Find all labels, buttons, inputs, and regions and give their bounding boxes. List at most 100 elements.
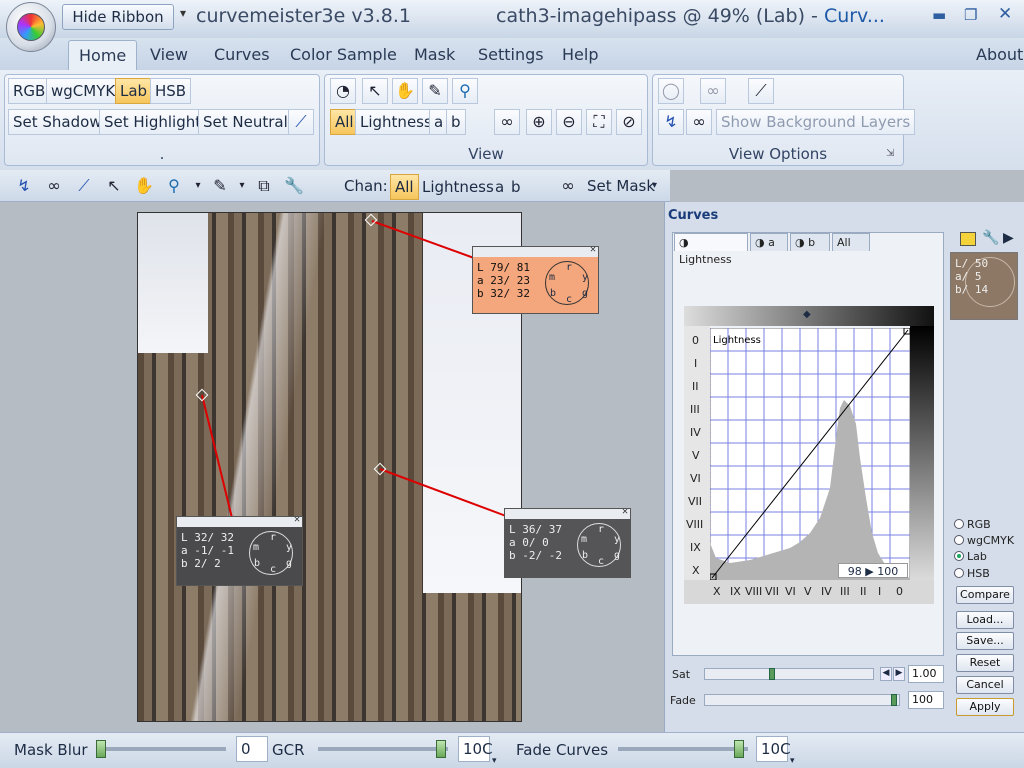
sampler-pin-icon[interactable]: ↯ <box>12 174 36 198</box>
zoom-actual-icon[interactable]: ⊘ <box>616 109 642 135</box>
fade-curves-value-input[interactable]: 10C <box>756 736 791 762</box>
arrow-pointer-icon[interactable]: ↖ <box>102 174 126 198</box>
mask-view-icon[interactable]: ∞ <box>700 78 726 104</box>
play-icon[interactable]: ▶ <box>1003 230 1014 246</box>
mode-rgb-button[interactable]: RGB <box>8 78 51 104</box>
copy-icon[interactable]: ⧉ <box>252 174 276 198</box>
eyedropper-icon[interactable]: ✎ <box>208 174 232 198</box>
tab-curves[interactable]: Curves <box>204 40 280 70</box>
set-neutral-button[interactable]: Set Neutral <box>198 109 293 135</box>
tab-settings[interactable]: Settings <box>468 40 554 70</box>
mode-lab-button[interactable]: Lab <box>115 78 153 104</box>
cancel-button[interactable]: Cancel <box>956 676 1014 694</box>
color-sampler-1[interactable]: ✕ L 79/ 81 a 23/ 23 b 32/ 32 m r y g c b <box>472 244 599 314</box>
hand-pan-icon[interactable]: ✋ <box>392 78 418 104</box>
zoom-in-icon[interactable]: ⊕ <box>526 109 552 135</box>
close-icon[interactable]: ✕ <box>998 4 1012 24</box>
close-icon[interactable]: ✕ <box>294 514 300 525</box>
tab-home[interactable]: Home <box>68 40 138 70</box>
close-icon[interactable]: ✕ <box>590 244 596 255</box>
curve-tab-a[interactable]: ◑ a <box>750 233 788 251</box>
tab-view[interactable]: View <box>140 40 198 70</box>
show-background-layers-button[interactable]: Show Background Layers <box>716 109 916 135</box>
neutral-eyedropper-icon[interactable]: ⟋ <box>72 174 96 198</box>
apply-button[interactable]: Apply <box>956 698 1014 716</box>
mask-link-icon[interactable]: ∞ <box>494 109 520 135</box>
curve-graph[interactable]: Lightness <box>710 328 910 580</box>
app-menu-orb-button[interactable] <box>6 2 56 52</box>
mask-blur-slider[interactable] <box>98 747 226 751</box>
eyedropper-dropdown-icon[interactable]: ▾ <box>230 174 254 198</box>
hide-ribbon-button[interactable]: Hide Ribbon <box>62 4 174 30</box>
close-icon[interactable]: ✕ <box>622 506 628 517</box>
mask-blur-value-input[interactable]: 0 <box>236 736 268 762</box>
tab-color-sample[interactable]: Color Sample <box>280 40 407 70</box>
image-canvas[interactable] <box>137 212 522 722</box>
view-channel-lightness-button[interactable]: Lightness <box>355 109 437 135</box>
sat-decrease-icon[interactable]: ◀ <box>880 667 892 681</box>
mask-toggle-icon[interactable]: ∞ <box>686 109 712 135</box>
reset-button[interactable]: Reset <box>956 654 1014 672</box>
curve-tab-lightness[interactable]: ◑ Lightness <box>674 233 748 266</box>
set-mask-button[interactable]: Set Mask <box>587 177 655 195</box>
save-button[interactable]: Save... <box>956 632 1014 650</box>
fade-curves-slider[interactable] <box>618 747 748 751</box>
curve-tool-icon[interactable]: ◔ <box>330 78 356 104</box>
folder-icon[interactable] <box>960 232 976 246</box>
zoom-icon[interactable]: ⚲ <box>452 78 478 104</box>
color-sampler-2[interactable]: ✕ L 32/ 32 a -1/ -1 b 2/ 2 m r y g c b <box>176 514 303 586</box>
toolbar-channel-all-button[interactable]: All <box>390 174 419 200</box>
compare-button[interactable]: Compare <box>956 586 1014 604</box>
gradient-marker-icon[interactable]: ◆ <box>803 309 811 320</box>
radio-rgb[interactable]: RGB <box>954 518 991 531</box>
arrow-pointer-icon[interactable]: ↖ <box>362 78 388 104</box>
zoom-fit-icon[interactable]: ⛶ <box>586 109 612 135</box>
sat-increase-icon[interactable]: ▶ <box>893 667 905 681</box>
curve-tab-all[interactable]: All <box>832 233 870 251</box>
toolbar-channel-lightness-button[interactable]: Lightness <box>417 174 499 200</box>
set-shadow-button[interactable]: Set Shadow <box>8 109 107 135</box>
restore-icon[interactable]: ❐ <box>964 6 977 24</box>
fade-value-input[interactable]: 100 <box>908 691 944 709</box>
gcr-dropdown-icon[interactable]: ▾ <box>492 756 497 766</box>
sat-value-input[interactable]: 1.00 <box>908 665 944 683</box>
toolbar-channel-b-button[interactable]: b <box>506 174 526 200</box>
eyedropper-neutral-icon[interactable]: ⟋ <box>288 109 314 135</box>
quick-access-dropdown-icon[interactable]: ▾ <box>180 6 186 20</box>
mask-blur-slider-thumb[interactable] <box>96 740 106 758</box>
set-mask-dropdown-icon[interactable]: ▾ <box>652 180 657 191</box>
about-link[interactable]: About <box>966 40 1024 70</box>
zoom-icon[interactable]: ⚲ <box>162 174 186 198</box>
gcr-value-input[interactable]: 10C <box>458 736 493 762</box>
mode-wgcmyk-button[interactable]: wgCMYK <box>46 78 121 104</box>
wrench-icon[interactable]: 🔧 <box>282 174 306 198</box>
curve-graph-icon[interactable]: ⟋ <box>748 78 774 104</box>
curve-tab-b[interactable]: ◑ b <box>790 233 830 251</box>
mode-hsb-button[interactable]: HSB <box>150 78 192 104</box>
color-sampler-3[interactable]: ✕ L 36/ 37 a 0/ 0 b -2/ -2 m r y g c b <box>504 506 631 578</box>
fade-slider-thumb[interactable] <box>891 694 897 706</box>
radio-hsb[interactable]: HSB <box>954 567 990 580</box>
fade-slider[interactable] <box>704 694 900 706</box>
sat-slider-thumb[interactable] <box>769 668 775 680</box>
view-channel-b-button[interactable]: b <box>446 109 466 135</box>
gcr-slider-thumb[interactable] <box>436 740 446 758</box>
gcr-slider[interactable] <box>318 747 448 751</box>
dialog-launcher-icon[interactable]: ⇲ <box>886 148 894 159</box>
eyedropper-icon[interactable]: ✎ <box>422 78 448 104</box>
overlay-icon[interactable]: ◯ <box>658 78 684 104</box>
radio-lab[interactable]: Lab <box>954 550 987 563</box>
radio-wgcmyk[interactable]: wgCMYK <box>954 534 1014 547</box>
set-highlight-button[interactable]: Set Highlight <box>99 109 207 135</box>
minimize-icon[interactable]: ▬ <box>932 6 946 24</box>
load-button[interactable]: Load... <box>956 611 1014 629</box>
zoom-dropdown-icon[interactable]: ▾ <box>186 174 210 198</box>
set-mask-icon[interactable]: ∞ <box>556 174 580 198</box>
hand-pan-icon[interactable]: ✋ <box>132 174 156 198</box>
fade-curves-dropdown-icon[interactable]: ▾ <box>790 756 795 766</box>
sampler-pin-icon[interactable]: ↯ <box>658 109 684 135</box>
fade-curves-slider-thumb[interactable] <box>734 740 744 758</box>
wrench-icon[interactable]: 🔧 <box>982 230 999 246</box>
tab-mask[interactable]: Mask <box>404 40 465 70</box>
zoom-out-icon[interactable]: ⊖ <box>556 109 582 135</box>
